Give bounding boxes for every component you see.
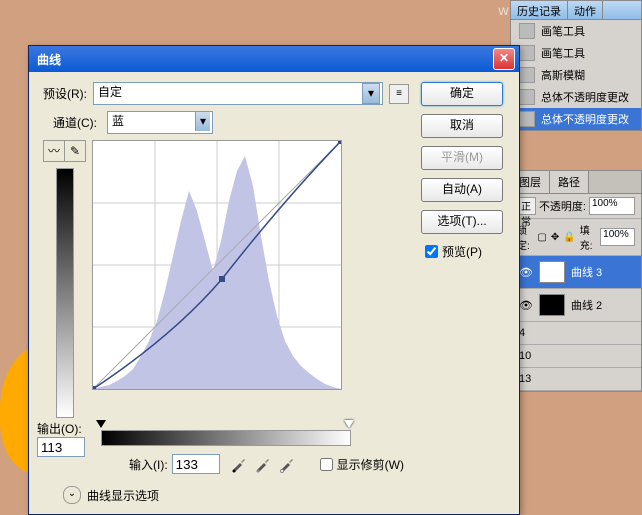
vertical-gradient: [56, 168, 74, 418]
preset-menu-icon[interactable]: ≡: [389, 84, 409, 104]
show-clipping-checkbox[interactable]: 显示修剪(W): [316, 455, 404, 474]
history-item[interactable]: 画笔工具: [511, 42, 641, 64]
close-button[interactable]: ✕: [493, 48, 515, 70]
lock-pixels-icon[interactable]: ▢: [537, 232, 546, 243]
layer-name: 曲线 3: [571, 264, 602, 280]
layer-item[interactable]: 10: [511, 345, 641, 368]
curve-graph[interactable]: [92, 140, 342, 390]
output-label: 输出(O):: [37, 420, 85, 437]
opacity-icon: [519, 111, 535, 127]
preset-label: 预设(R):: [43, 85, 87, 102]
input-input[interactable]: [172, 454, 220, 474]
auto-button[interactable]: 自动(A): [421, 178, 503, 202]
eyedropper-white-icon[interactable]: [278, 455, 296, 473]
opacity-label: 不透明度:: [539, 198, 586, 214]
lock-all-icon[interactable]: 🔒: [563, 232, 575, 243]
layer-item[interactable]: 13: [511, 368, 641, 391]
fill-input[interactable]: 100%: [600, 228, 635, 246]
dialog-title: 曲线: [33, 51, 493, 68]
tab-paths[interactable]: 路径: [550, 171, 589, 193]
ok-button[interactable]: 确定: [421, 82, 503, 106]
output-input[interactable]: [37, 437, 85, 457]
layer-thumb: [539, 261, 565, 283]
visibility-icon[interactable]: 👁: [519, 299, 533, 312]
history-item-selected[interactable]: 总体不透明度更改: [511, 108, 641, 130]
curve-handle-mid[interactable]: [219, 276, 225, 282]
visibility-icon[interactable]: 👁: [519, 266, 533, 279]
brush-icon: [519, 45, 535, 61]
eyedropper-black-icon[interactable]: [230, 455, 248, 473]
lock-position-icon[interactable]: ✥: [551, 232, 559, 243]
history-panel: 历史记录 动作 画笔工具 画笔工具 高斯模糊 总体不透明度更改 总体不透明度更改: [510, 0, 642, 131]
blur-icon: [519, 67, 535, 83]
titlebar[interactable]: 曲线 ✕: [29, 46, 519, 72]
layer-thumb: [539, 294, 565, 316]
curve-tool-icon[interactable]: 〰: [44, 141, 65, 161]
curve-handle-start[interactable]: [93, 386, 96, 389]
pencil-tool-icon[interactable]: ✎: [65, 141, 85, 161]
channel-select[interactable]: 蓝: [107, 111, 213, 134]
curve-display-options-label: 曲线显示选项: [87, 487, 159, 504]
eyedropper-gray-icon[interactable]: [254, 455, 272, 473]
preview-checkbox[interactable]: 预览(P): [421, 242, 505, 261]
layer-item-selected[interactable]: 👁 曲线 3: [511, 256, 641, 289]
brush-icon: [519, 23, 535, 39]
white-point-slider[interactable]: [344, 420, 354, 428]
history-item[interactable]: 画笔工具: [511, 20, 641, 42]
layer-item[interactable]: 4: [511, 322, 641, 345]
curves-dialog: 曲线 ✕ 预设(R): 自定 ≡ 通道(C): 蓝 〰 ✎: [28, 45, 520, 515]
opacity-input[interactable]: 100%: [589, 197, 635, 215]
tab-actions[interactable]: 动作: [568, 1, 603, 19]
layer-name: 曲线 2: [571, 297, 602, 313]
layer-item[interactable]: 👁 曲线 2: [511, 289, 641, 322]
cancel-button[interactable]: 取消: [421, 114, 503, 138]
fill-label: 填充:: [580, 222, 596, 252]
smooth-button: 平滑(M): [421, 146, 503, 170]
preset-select[interactable]: 自定: [93, 82, 383, 105]
black-point-slider[interactable]: [96, 420, 106, 428]
horizontal-gradient: [101, 430, 351, 446]
curve-handle-end[interactable]: [338, 141, 341, 144]
tab-history[interactable]: 历史记录: [511, 1, 568, 19]
layers-panel: 图层 路径 正常 不透明度: 100% 锁定: ▢ ✥ 🔒 填充: 100% 👁…: [510, 170, 642, 392]
history-item[interactable]: 高斯模糊: [511, 64, 641, 86]
options-button[interactable]: 选项(T)...: [421, 210, 503, 234]
history-item[interactable]: 总体不透明度更改: [511, 86, 641, 108]
input-label: 输入(I):: [129, 456, 168, 473]
toggle-options-icon[interactable]: ⌄: [63, 486, 81, 504]
opacity-icon: [519, 89, 535, 105]
channel-label: 通道(C):: [53, 114, 97, 131]
